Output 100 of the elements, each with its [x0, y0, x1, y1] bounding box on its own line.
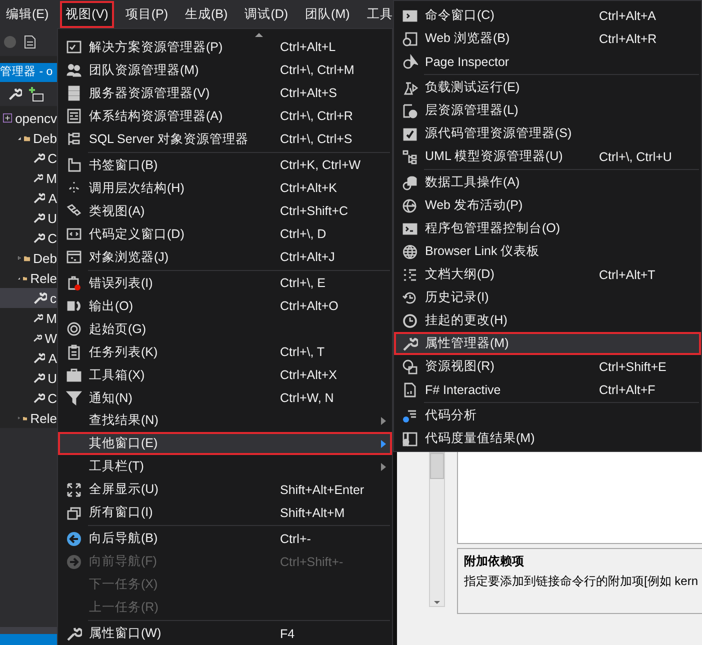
checkbox-icon: [402, 126, 418, 142]
flask-icon: [402, 80, 418, 96]
tree-item[interactable]: W: [0, 328, 57, 348]
people-icon: [66, 62, 82, 78]
wrench-icon: [33, 371, 45, 385]
layer-icon: [402, 102, 418, 118]
tree-item[interactable]: c: [0, 288, 57, 308]
history-icon: [402, 290, 418, 306]
menu-item[interactable]: 类视图(A) Ctrl+Shift+C: [58, 200, 392, 223]
menu-item[interactable]: 层资源管理器(L): [394, 99, 701, 122]
tree-item[interactable]: A: [0, 348, 57, 368]
outline-icon: [402, 266, 418, 282]
menu-item[interactable]: 挂起的更改(H): [394, 309, 701, 332]
menu-item[interactable]: 代码分析: [394, 404, 701, 427]
tree-item[interactable]: C: [0, 228, 57, 248]
wrench-icon: [402, 336, 418, 352]
tree-item[interactable]: M: [0, 168, 57, 188]
menu-item[interactable]: 通知(N) Ctrl+W, N: [58, 386, 392, 410]
tree-item[interactable]: Deb: [0, 128, 57, 148]
tree-item[interactable]: C: [0, 388, 57, 408]
tree-item[interactable]: C: [0, 148, 57, 168]
toolbox-icon: [66, 367, 82, 384]
menu-item[interactable]: 其他窗口(E): [58, 432, 392, 456]
tree-item[interactable]: U: [0, 208, 57, 228]
wrench-icon: [33, 291, 47, 305]
menu-bar-item[interactable]: 编辑(E): [0, 0, 55, 28]
menu-item[interactable]: 服务器资源管理器(V) Ctrl+Alt+S: [58, 82, 392, 105]
document-icon: [402, 382, 418, 398]
windows-icon: [66, 504, 82, 521]
menu-item[interactable]: 团队资源管理器(M) Ctrl+\, Ctrl+M: [58, 58, 392, 82]
menu-item[interactable]: Browser Link 仪表板: [394, 240, 701, 263]
menu-item[interactable]: 文档大纲(D) Ctrl+Alt+T: [394, 263, 701, 286]
menu-item[interactable]: 解决方案资源管理器(P) Ctrl+Alt+L: [58, 36, 392, 59]
scroll-thumb[interactable]: [430, 453, 444, 479]
menu-item[interactable]: F# Interactive Ctrl+Alt+F: [394, 378, 701, 401]
menu-item[interactable]: 属性窗口(W) F4: [58, 622, 392, 645]
menu-item[interactable]: 属性管理器(M): [394, 332, 701, 355]
menu-item[interactable]: 代码度量值结果(M): [394, 427, 701, 450]
browser-window-icon: [66, 249, 82, 266]
menu-item[interactable]: SQL Server 对象资源管理器 Ctrl+\, Ctrl+S: [58, 128, 392, 151]
metrics-icon: [402, 430, 418, 446]
menu-item[interactable]: 工具栏(T): [58, 455, 392, 478]
command-window-icon: [402, 8, 418, 24]
menu-item[interactable]: 对象浏览器(J) Ctrl+Alt+J: [58, 246, 392, 269]
menu-item[interactable]: 全屏显示(U) Shift+Alt+Enter: [58, 478, 392, 502]
menu-bar-item[interactable]: 项目(P): [119, 0, 174, 28]
wrench-icon: [33, 211, 45, 225]
start-page-icon: [66, 321, 82, 338]
error-list-icon: [66, 275, 82, 292]
wrench-icon: [33, 191, 46, 205]
tree-item[interactable]: M: [0, 308, 57, 328]
database-icon: [402, 174, 418, 190]
menu-bar-item[interactable]: 调试(D): [238, 0, 294, 28]
menu-item[interactable]: 程序包管理器控制台(O): [394, 217, 701, 240]
tree-item[interactable]: Rele: [0, 408, 57, 428]
menu-item[interactable]: 工具箱(X) Ctrl+Alt+X: [58, 364, 392, 387]
menu-item[interactable]: 所有窗口(I) Shift+Alt+M: [58, 501, 392, 524]
wrench-icon: [33, 311, 44, 325]
menu-item[interactable]: 书签窗口(B) Ctrl+K, Ctrl+W: [58, 154, 392, 177]
globe-cursor-icon: [402, 54, 418, 70]
menu-item[interactable]: 任务列表(K) Ctrl+\, T: [58, 340, 392, 364]
menu-bar-item[interactable]: 团队(M): [299, 0, 356, 28]
menu-item[interactable]: 调用层次结构(H) Ctrl+Alt+K: [58, 176, 392, 200]
menu-bar-item[interactable]: 视图(V): [60, 0, 114, 28]
add-item-icon[interactable]: [28, 86, 44, 102]
collapsed-arrow-icon[interactable]: [18, 254, 21, 262]
menu-item[interactable]: 体系结构资源管理器(A) Ctrl+\, Ctrl+R: [58, 104, 392, 128]
menu-item[interactable]: 负载测试运行(E): [394, 76, 701, 99]
tree-item[interactable]: Deb: [0, 248, 57, 268]
funnel-icon: [66, 390, 82, 406]
wrench-icon: [33, 151, 45, 165]
scroll-up-icon[interactable]: [255, 33, 263, 37]
menu-item[interactable]: 输出(O) Ctrl+Alt+O: [58, 294, 392, 318]
menu-item[interactable]: UML 模型资源管理器(U) Ctrl+\, Ctrl+U: [394, 145, 701, 168]
wrench-icon: [66, 626, 82, 642]
menu-bar-item[interactable]: 生成(B): [179, 0, 234, 28]
menu-item[interactable]: 代码定义窗口(D) Ctrl+\, D: [58, 222, 392, 246]
menu-item[interactable]: 查找结果(N): [58, 410, 392, 432]
menu-item[interactable]: Web 发布活动(P): [394, 194, 701, 217]
tree-item[interactable]: opencv: [0, 108, 57, 128]
console-icon: [402, 220, 418, 236]
wrench-icon[interactable]: [8, 87, 22, 101]
code-analysis-icon: [402, 408, 418, 424]
scrollbar[interactable]: [429, 452, 445, 607]
menu-item[interactable]: 资源视图(R) Ctrl+Shift+E: [394, 355, 701, 378]
menu-item[interactable]: 向后导航(B) Ctrl+-: [58, 527, 392, 550]
menu-item[interactable]: 错误列表(I) Ctrl+\, E: [58, 272, 392, 295]
expanded-arrow-icon[interactable]: [18, 134, 21, 142]
menu-item[interactable]: 数据工具操作(A): [394, 171, 701, 194]
menu-item[interactable]: Web 浏览器(B) Ctrl+Alt+R: [394, 27, 701, 50]
tree-item[interactable]: U: [0, 368, 57, 388]
menu-item[interactable]: Page Inspector: [394, 50, 701, 73]
menu-item[interactable]: 源代码管理资源管理器(S): [394, 122, 701, 145]
document-icon[interactable]: [22, 34, 38, 50]
tree-item[interactable]: Rele: [0, 268, 57, 288]
description-text: 指定要添加到链接命令行的附加项[例如 kern: [464, 573, 698, 590]
tree-item[interactable]: A: [0, 188, 57, 208]
code-window-icon: [66, 226, 82, 242]
menu-item[interactable]: 历史记录(I): [394, 286, 701, 309]
menu-item[interactable]: 起始页(G): [58, 318, 392, 341]
